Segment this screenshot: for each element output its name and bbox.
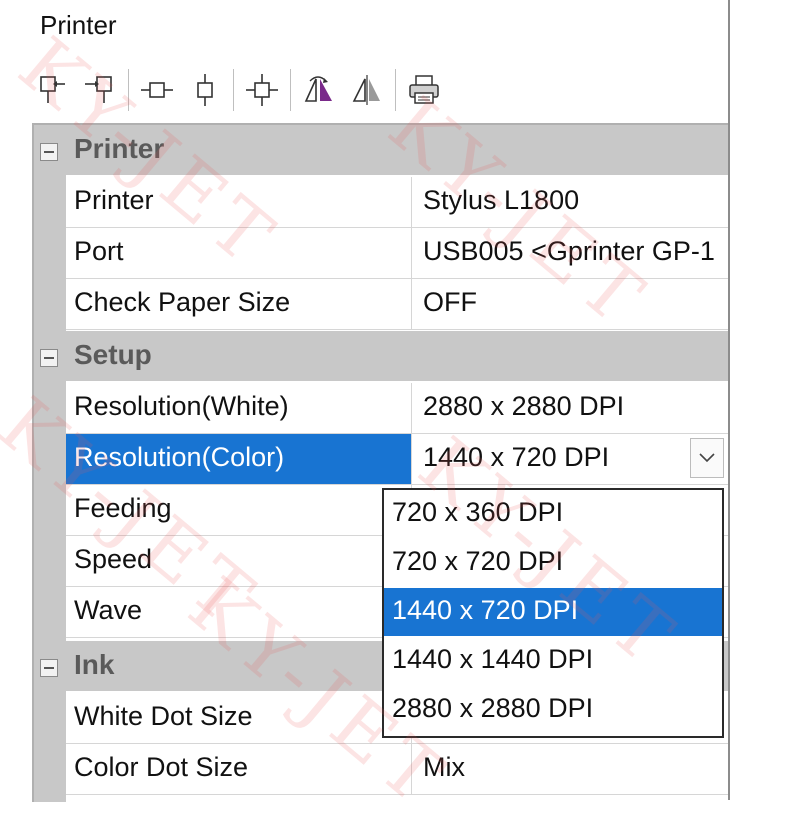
option-label: 720 x 720 DPI bbox=[392, 546, 564, 576]
property-value[interactable]: Mix bbox=[423, 752, 465, 783]
align-right-icon[interactable] bbox=[82, 70, 118, 110]
printer-properties-panel: Printer Printer Printer Stylus L1800 Por… bbox=[0, 0, 730, 802]
dropdown-option[interactable]: 1440 x 1440 DPI bbox=[384, 637, 722, 685]
property-name: Speed bbox=[74, 544, 153, 574]
property-name: Resolution(White) bbox=[74, 391, 289, 421]
row-port[interactable]: Port USB005 <Gprinter GP-1 bbox=[66, 228, 728, 279]
category-printer[interactable]: Printer bbox=[34, 125, 728, 175]
row-color-dot-size[interactable]: Color Dot Size Mix bbox=[66, 744, 728, 795]
dropdown-option-selected[interactable]: 1440 x 720 DPI bbox=[384, 588, 722, 636]
toolbar-separator bbox=[290, 69, 291, 111]
toolbar-separator bbox=[128, 69, 129, 111]
dropdown-option[interactable]: 720 x 360 DPI bbox=[384, 490, 722, 538]
mirror-flip-icon[interactable] bbox=[301, 70, 337, 110]
property-value[interactable]: 2880 x 2880 DPI bbox=[423, 391, 624, 422]
resolution-dropdown-list[interactable]: 720 x 360 DPI 720 x 720 DPI 1440 x 720 D… bbox=[382, 488, 724, 738]
property-name: Wave bbox=[74, 595, 143, 625]
dropdown-option[interactable]: 2880 x 2880 DPI bbox=[384, 686, 722, 734]
center-both-icon[interactable] bbox=[244, 70, 280, 110]
property-name: Color Dot Size bbox=[74, 752, 249, 782]
property-value[interactable]: OFF bbox=[423, 287, 477, 318]
panel-title: Printer bbox=[40, 10, 117, 40]
category-setup[interactable]: Setup bbox=[34, 331, 728, 381]
mirror-icon[interactable] bbox=[349, 70, 385, 110]
row-printer[interactable]: Printer Stylus L1800 bbox=[66, 177, 728, 228]
toolbar-separator bbox=[395, 69, 396, 111]
property-name: Port bbox=[74, 236, 124, 266]
option-label: 1440 x 720 DPI bbox=[392, 595, 579, 625]
category-label: Printer bbox=[74, 133, 165, 164]
grid-gutter bbox=[34, 691, 66, 802]
toolbar-separator bbox=[233, 69, 234, 111]
row-resolution-white[interactable]: Resolution(White) 2880 x 2880 DPI bbox=[66, 383, 728, 434]
collapse-icon[interactable] bbox=[40, 349, 58, 367]
property-name: Check Paper Size bbox=[74, 287, 291, 317]
center-vertical-icon[interactable] bbox=[187, 70, 223, 110]
toolbar bbox=[34, 64, 724, 116]
print-icon[interactable] bbox=[406, 70, 442, 110]
property-name: White Dot Size bbox=[74, 701, 253, 731]
row-check-paper-size[interactable]: Check Paper Size OFF bbox=[66, 279, 728, 330]
collapse-icon[interactable] bbox=[40, 659, 58, 677]
category-label: Setup bbox=[74, 339, 152, 370]
property-name: Resolution(Color) bbox=[74, 442, 285, 472]
property-value[interactable]: 1440 x 720 DPI bbox=[423, 442, 609, 473]
property-name: Feeding bbox=[74, 493, 172, 523]
center-horizontal-icon[interactable] bbox=[139, 70, 175, 110]
option-label: 2880 x 2880 DPI bbox=[392, 693, 594, 723]
row-resolution-color[interactable]: Resolution(Color) 1440 x 720 DPI bbox=[66, 434, 728, 485]
property-name: Printer bbox=[74, 185, 154, 215]
property-value[interactable]: Stylus L1800 bbox=[423, 185, 579, 216]
align-left-icon[interactable] bbox=[34, 70, 70, 110]
dropdown-button[interactable] bbox=[690, 438, 724, 478]
category-label: Ink bbox=[74, 649, 115, 680]
option-label: 1440 x 1440 DPI bbox=[392, 644, 594, 674]
grid-gutter bbox=[34, 175, 66, 331]
chevron-down-icon bbox=[699, 453, 715, 463]
property-value[interactable]: USB005 <Gprinter GP-1 bbox=[423, 236, 715, 267]
option-label: 720 x 360 DPI bbox=[392, 497, 564, 527]
dropdown-option[interactable]: 720 x 720 DPI bbox=[384, 539, 722, 587]
collapse-icon[interactable] bbox=[40, 143, 58, 161]
grid-gutter bbox=[34, 381, 66, 641]
